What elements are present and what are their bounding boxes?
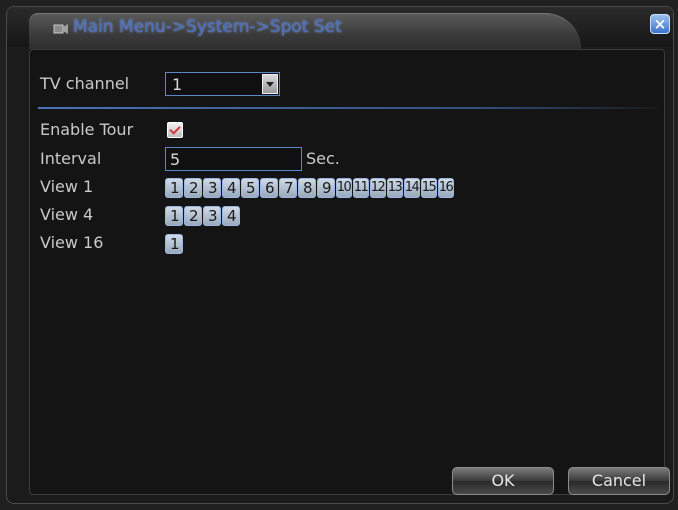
view1-channel-button[interactable]: 10 — [336, 178, 352, 198]
settings-panel: TV channel 1 Enable Tour Interval 5 Sec.… — [29, 49, 670, 495]
spot-set-window: Main Menu->System->Spot Set × TV channel… — [6, 6, 674, 504]
interval-value: 5 — [170, 150, 181, 169]
enable-tour-label: Enable Tour — [40, 120, 134, 139]
view1-channel-button[interactable]: 16 — [438, 178, 454, 198]
view1-channel-button[interactable]: 11 — [353, 178, 369, 198]
settings-icon — [53, 24, 68, 34]
interval-unit: Sec. — [306, 149, 340, 168]
view1-channel-button[interactable]: 4 — [222, 178, 240, 198]
view1-label: View 1 — [40, 177, 94, 196]
ok-button[interactable]: OK — [452, 467, 554, 495]
close-icon[interactable]: × — [650, 14, 670, 34]
view1-channel-button[interactable]: 15 — [421, 178, 437, 198]
view4-channel-button[interactable]: 2 — [184, 206, 202, 226]
view1-channel-button[interactable]: 1 — [165, 178, 183, 198]
cancel-button[interactable]: Cancel — [568, 467, 670, 495]
view16-channel-button[interactable]: 1 — [165, 234, 183, 254]
interval-input[interactable]: 5 — [165, 147, 302, 171]
view1-channel-button[interactable]: 6 — [260, 178, 278, 198]
view1-channel-button[interactable]: 8 — [298, 178, 316, 198]
view1-channel-button[interactable]: 14 — [404, 178, 420, 198]
view1-channel-list: 1 2 3 4 5 6 7 8 9 10 11 12 13 14 15 16 — [165, 178, 454, 198]
view4-channel-list: 1234 — [165, 206, 240, 226]
tv-channel-select[interactable]: 1 — [165, 72, 280, 96]
view4-channel-button[interactable]: 3 — [203, 206, 221, 226]
chevron-down-icon[interactable] — [262, 74, 278, 94]
view4-channel-button[interactable]: 1 — [165, 206, 183, 226]
window-title: Main Menu->System->Spot Set — [73, 17, 342, 37]
interval-label: Interval — [40, 149, 102, 168]
view1-channel-button[interactable]: 3 — [203, 178, 221, 198]
view16-label: View 16 — [40, 233, 104, 252]
view1-channel-button[interactable]: 7 — [279, 178, 297, 198]
view1-channel-button[interactable]: 9 — [317, 178, 335, 198]
view4-label: View 4 — [40, 205, 94, 224]
view1-channel-button[interactable]: 2 — [184, 178, 202, 198]
view16-channel-list: 1 — [165, 234, 183, 254]
view1-channel-button[interactable]: 5 — [241, 178, 259, 198]
enable-tour-checkbox[interactable] — [167, 122, 183, 138]
title-bar: Main Menu->System->Spot Set × — [7, 7, 673, 49]
view4-channel-button[interactable]: 4 — [222, 206, 240, 226]
view1-channel-button[interactable]: 12 — [370, 178, 386, 198]
tv-channel-label: TV channel — [40, 74, 130, 93]
view1-channel-button[interactable]: 13 — [387, 178, 403, 198]
tv-channel-value: 1 — [172, 75, 183, 94]
divider — [38, 107, 658, 109]
